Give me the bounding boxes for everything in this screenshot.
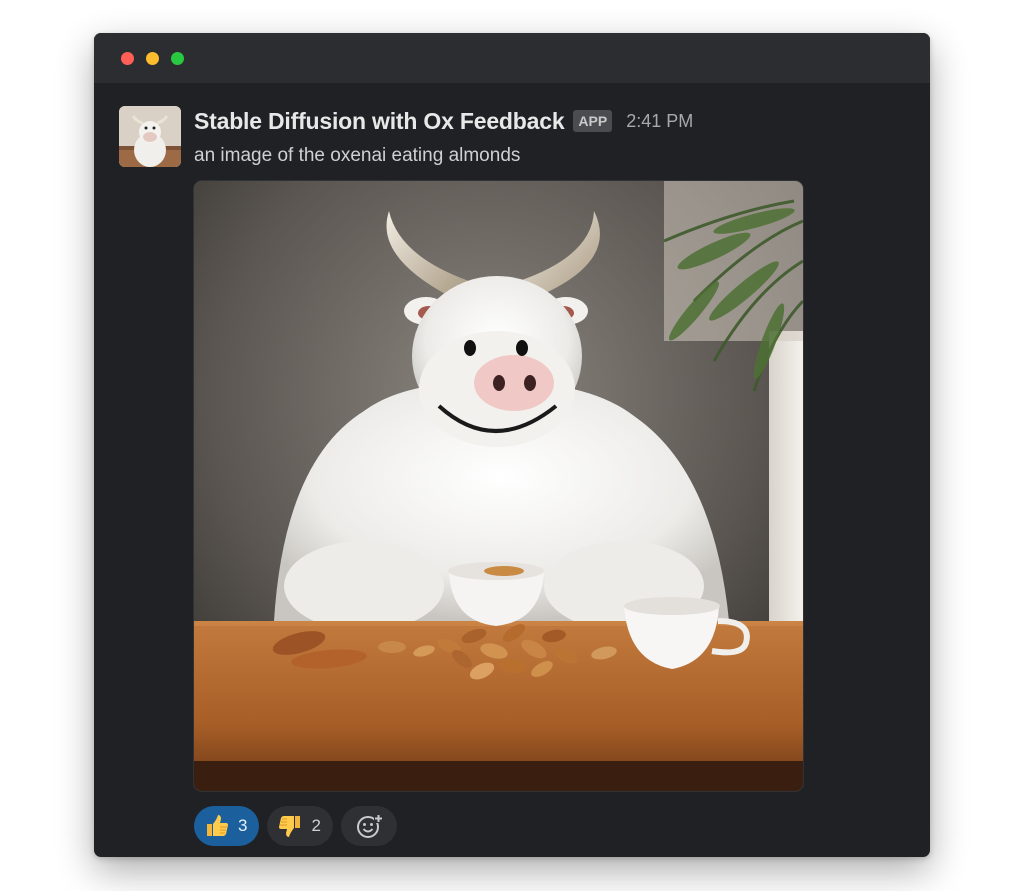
reaction-count: 2 [311,816,321,835]
sender-name[interactable]: Stable Diffusion with Ox Feedback [194,108,565,135]
add-reaction-icon [356,814,383,838]
message-timestamp[interactable]: 2:41 PM [626,111,693,132]
app-badge: APP [573,110,613,132]
add-reaction-button[interactable] [340,806,397,846]
reaction-thumbs-up[interactable]: 3 [194,806,260,846]
zoom-window-button[interactable] [171,52,184,65]
app-window: Stable Diffusion with Ox Feedback APP 2:… [94,33,930,857]
thumbs-down-icon [279,816,301,837]
title-bar [94,33,930,83]
close-window-button[interactable] [121,52,134,65]
message-header: Stable Diffusion with Ox Feedback APP 2:… [194,106,693,136]
message-text: an image of the oxenai eating almonds [194,145,521,166]
reactions-bar: 3 2 [194,806,397,846]
thumbs-up-icon [207,815,228,836]
avatar[interactable] [119,106,181,167]
minimize-window-button[interactable] [146,52,159,65]
reaction-count: 3 [238,816,248,835]
generated-image[interactable] [194,181,803,791]
reaction-thumbs-down[interactable]: 2 [267,806,333,846]
